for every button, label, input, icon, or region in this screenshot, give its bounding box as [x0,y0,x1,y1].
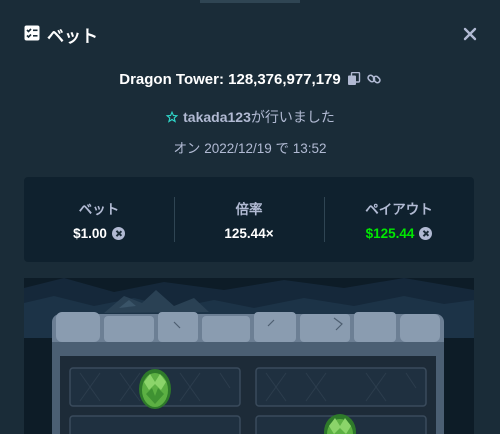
game-id-title: Dragon Tower: 128,376,977,179 [119,70,341,88]
stat-multiplier: 倍率 125.44× [174,177,324,262]
username-link[interactable]: takada123 [183,109,251,125]
stat-payout: ペイアウト $125.44 [324,177,474,262]
bet-stats-card: ベット $1.00 倍率 125.44× ペイアウト $125.44 [24,177,474,262]
close-button[interactable] [462,26,478,42]
modal-header: ベット [0,0,500,68]
stat-multiplier-value: 125.44× [224,226,274,241]
stat-multiplier-value-group: 125.44× [224,226,273,241]
stat-multiplier-label: 倍率 [235,202,263,217]
currency-icon [419,227,433,240]
stat-bet: ベット $1.00 [24,177,174,262]
dragon-tower-preview [24,278,474,434]
bet-date: オン 2022/12/19 で 13:52 [173,141,327,156]
bet-slip-icon [24,25,40,41]
stat-bet-value: $1.00 [73,226,107,241]
copy-icon[interactable] [347,71,361,86]
close-icon [463,27,477,41]
placed-by-row: takada123が行いました [0,106,500,128]
stat-payout-label: ペイアウト [365,202,433,217]
game-title-row: Dragon Tower: 128,376,977,179 [0,68,500,90]
stat-payout-value: $125.44 [365,226,415,241]
stat-bet-label: ベット [78,202,120,217]
placed-by-suffix: が行いました [250,109,335,125]
stat-payout-value-group: $125.44 [366,226,433,241]
modal-title: ベット [47,27,98,46]
stat-bet-value-group: $1.00 [73,226,125,241]
currency-icon [111,227,125,240]
link-icon[interactable] [367,72,381,86]
vip-star-icon [165,110,179,124]
